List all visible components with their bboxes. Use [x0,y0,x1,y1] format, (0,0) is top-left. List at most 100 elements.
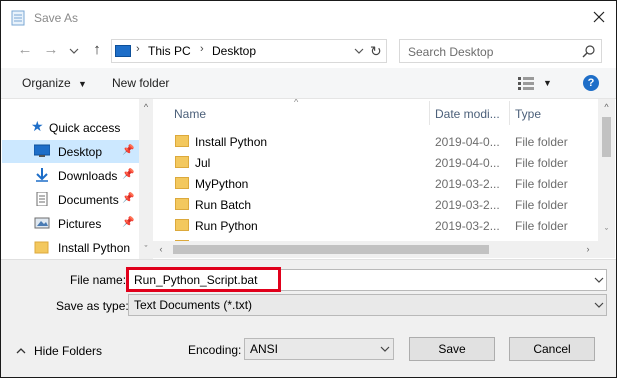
file-name: Jul [195,156,211,170]
hide-folders-label: Hide Folders [34,344,103,358]
breadcrumb-desktop[interactable]: Desktop [212,44,256,58]
computer-icon [115,45,131,57]
scroll-down-icon[interactable]: ˇ [141,244,151,254]
download-icon [36,168,48,182]
file-list-horizontal-scrollbar[interactable]: ‹ › [153,241,598,258]
folder-icon [175,198,189,210]
navigation-pane: ★ Quick access Desktop 📌 Downloads 📌 Doc… [2,99,152,259]
refresh-icon[interactable]: ↻ [370,43,386,59]
sort-ascending-icon: ^ [294,99,299,107]
new-folder-button[interactable]: New folder [112,76,169,90]
documents-icon [36,192,48,206]
desktop-icon [34,144,50,157]
organize-label: Organize [22,76,71,90]
folder-icon [34,241,49,254]
pictures-icon [34,217,50,229]
file-row[interactable]: MyPython 2019-03-2... File folder [153,173,598,194]
view-options-icon[interactable] [518,77,534,90]
up-arrow-icon[interactable]: ↑ [88,41,106,59]
sidebar-item-desktop[interactable]: Desktop 📌 [2,140,139,163]
sidebar-item-pictures[interactable]: Pictures 📌 [2,212,139,235]
chevron-down-icon: ▼ [78,79,87,89]
breadcrumb-this-pc[interactable]: This PC [148,44,191,58]
sidebar-item-label: Downloads [58,169,118,183]
scrollbar-thumb[interactable] [602,117,611,157]
file-name: Run Batch [195,198,252,212]
save-as-type-select[interactable]: Text Documents (*.txt) [128,294,607,316]
column-divider[interactable] [509,101,510,125]
file-row[interactable]: Jul 2019-04-0... File folder [153,152,598,173]
column-header-name[interactable]: Name [174,107,206,121]
scrollbar-corner [598,241,615,258]
organize-button[interactable]: Organize ▼ [22,76,87,90]
file-name: Install Python [195,135,268,149]
file-type: File folder [515,177,568,191]
file-date: 2019-03-2... [435,198,500,212]
back-arrow-icon[interactable]: ← [16,41,34,59]
encoding-label: Encoding: [188,343,242,357]
save-as-type-label: Save as type: [56,299,129,313]
file-name-label: File name: [70,273,127,287]
search-box[interactable]: Search Desktop [399,39,602,63]
scroll-down-icon[interactable]: ˇ [601,227,612,237]
scroll-left-icon[interactable]: ‹ [156,244,166,254]
file-name-highlight [126,267,281,292]
folder-icon [175,219,189,231]
encoding-select[interactable]: ANSI [244,338,394,360]
sidebar-item-documents[interactable]: Documents 📌 [2,188,139,211]
file-row[interactable]: Install Python 2019-04-0... File folder [153,131,598,152]
file-type: File folder [515,156,568,170]
scroll-right-icon[interactable]: › [583,244,593,254]
column-header-date[interactable]: Date modi... [435,107,500,121]
column-header-type[interactable]: Type [515,107,541,121]
sidebar-item-downloads[interactable]: Downloads 📌 [2,164,139,187]
search-icon[interactable] [582,44,596,58]
notepad-icon [11,10,25,26]
breadcrumb-separator: › [200,43,204,55]
sidebar-item-label: Documents [58,193,119,207]
save-as-dialog: Save As ← → ↑ › This PC › Desktop ↻ Sear… [0,0,617,378]
file-date: 2019-03-2... [435,219,500,233]
cancel-button[interactable]: Cancel [509,337,595,361]
breadcrumb-separator: › [136,43,140,55]
file-list-vertical-scrollbar[interactable]: ^ ˇ [598,99,615,241]
scrollbar-thumb[interactable] [173,245,489,254]
sidebar-item-label: Desktop [58,145,103,159]
sidebar-item-label: Pictures [58,217,102,231]
close-icon[interactable] [589,7,609,27]
save-button[interactable]: Save [409,337,495,361]
file-date: 2019-04-0... [435,135,500,149]
window-title: Save As [34,11,79,25]
sidebar-item-install-python[interactable]: Install Python [2,236,139,259]
file-type: File folder [515,135,568,149]
save-as-type-value: Text Documents (*.txt) [134,298,253,312]
scroll-up-icon[interactable]: ^ [601,102,612,112]
address-bar[interactable]: › This PC › Desktop ↻ [111,39,387,63]
folder-icon [175,156,189,168]
address-dropdown-icon[interactable] [352,44,366,58]
scroll-up-icon[interactable]: ^ [141,102,151,112]
chevron-down-icon[interactable] [379,343,391,355]
title-bar: Save As [1,1,616,35]
view-dropdown-icon[interactable]: ▼ [543,78,552,88]
file-list: ^ Name Date modi... Type Install Python … [153,99,598,241]
command-bar: Organize ▼ New folder ▼ ? [1,68,616,99]
pin-icon: 📌 [122,169,135,180]
pin-icon: 📌 [122,193,135,204]
sidebar-item-label: Install Python [58,241,131,255]
file-row[interactable]: Run Python 2019-03-2... File folder [153,215,598,236]
file-row[interactable]: Run Batch 2019-03-2... File folder [153,194,598,215]
chevron-down-icon[interactable] [69,47,79,55]
file-type: File folder [515,219,568,233]
help-icon[interactable]: ? [583,75,599,91]
column-divider[interactable] [429,101,430,125]
chevron-down-icon[interactable] [593,274,605,286]
file-name: MyPython [195,177,249,191]
chevron-down-icon[interactable] [593,299,605,311]
star-icon: ★ [31,118,44,134]
file-name: Run Python [195,219,258,233]
navigation-pane-scrollbar[interactable]: ^ ˇ [139,99,153,259]
forward-arrow-icon[interactable]: → [42,41,60,59]
navigation-bar: ← → ↑ › This PC › Desktop ↻ Search Deskt… [1,36,616,66]
sidebar-item-quick-access[interactable]: ★ Quick access [2,116,139,139]
